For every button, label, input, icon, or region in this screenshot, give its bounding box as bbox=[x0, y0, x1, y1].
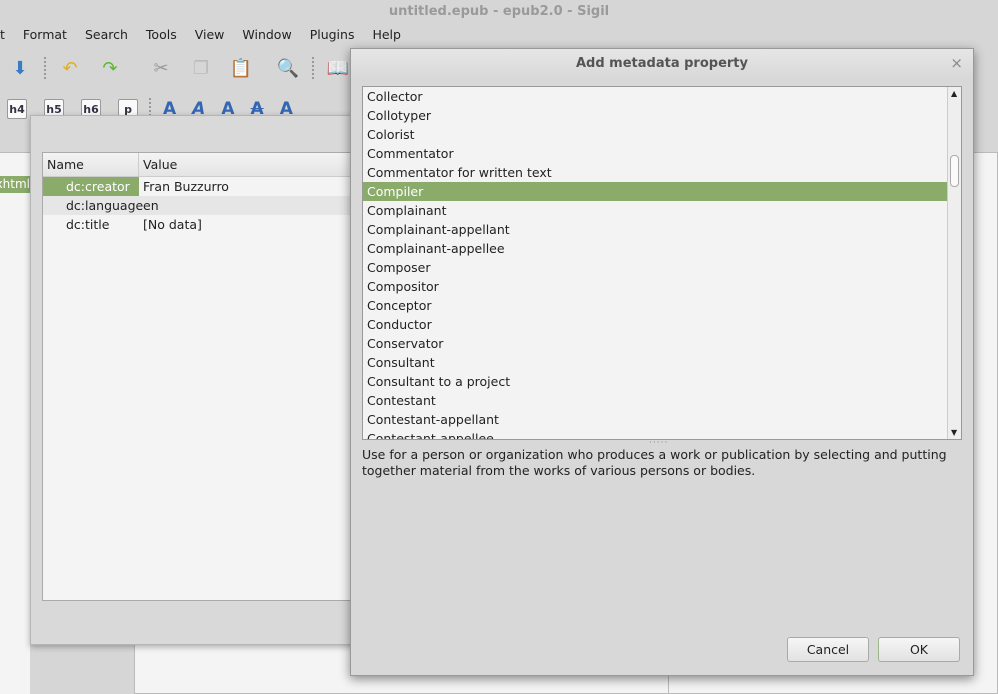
metadata-table: Name Value dc:creator Fran Buzzurro dc:lan… bbox=[42, 152, 372, 601]
list-item[interactable]: Complainant-appellant bbox=[363, 220, 947, 239]
paste-icon[interactable]: 📋 bbox=[228, 55, 254, 81]
metadata-editor-dialog: Name Value dc:creator Fran Buzzurro dc:lan… bbox=[30, 115, 372, 645]
property-list: Collector Collotyper Colorist Commentator Co… bbox=[362, 86, 962, 440]
metadata-name: dc:language bbox=[66, 198, 144, 213]
metadata-value: Fran Buzzurro bbox=[143, 179, 229, 194]
scrollbar[interactable]: ▲ ▼ bbox=[947, 87, 961, 439]
metadata-row[interactable]: dc:language en bbox=[43, 196, 371, 215]
scroll-up-icon[interactable]: ▲ bbox=[951, 89, 957, 98]
list-item[interactable]: Commentator bbox=[363, 144, 947, 163]
redo-icon[interactable]: ↷ bbox=[97, 55, 123, 81]
undo-icon[interactable]: ↶ bbox=[57, 55, 83, 81]
menu-t[interactable]: t bbox=[0, 24, 14, 46]
menu-search[interactable]: Search bbox=[76, 24, 137, 46]
list-item[interactable]: Colorist bbox=[363, 125, 947, 144]
list-item[interactable]: Conductor bbox=[363, 315, 947, 334]
menu-tools[interactable]: Tools bbox=[137, 24, 186, 46]
save-icon[interactable]: ⬇ bbox=[7, 55, 33, 81]
list-item[interactable]: Consultant bbox=[363, 353, 947, 372]
book-view-icon[interactable]: 📖 bbox=[325, 55, 351, 81]
separator bbox=[312, 57, 314, 79]
list-item[interactable]: Composer bbox=[363, 258, 947, 277]
list-item[interactable]: Collotyper bbox=[363, 106, 947, 125]
metadata-name: dc:title bbox=[66, 217, 110, 232]
list-item[interactable]: Complainant bbox=[363, 201, 947, 220]
list-item[interactable]: Compositor bbox=[363, 277, 947, 296]
list-item[interactable]: Contestant bbox=[363, 391, 947, 410]
property-description: Use for a person or organization who pro… bbox=[362, 447, 947, 478]
book-browser bbox=[0, 152, 30, 694]
cancel-button[interactable]: Cancel bbox=[787, 637, 869, 662]
window-title: untitled.epub - epub2.0 - Sigil bbox=[388, 4, 610, 19]
metadata-value: [No data] bbox=[143, 217, 202, 232]
add-metadata-property-dialog: Add metadata property × Collector Colloty… bbox=[350, 48, 974, 676]
menu-format[interactable]: Format bbox=[14, 24, 76, 46]
scrollbar-thumb[interactable] bbox=[950, 155, 959, 187]
list-item[interactable]: Complainant-appellee bbox=[363, 239, 947, 258]
menu-bar: t Format Search Tools View Window Plugins Help bbox=[0, 24, 998, 46]
column-header-value[interactable]: Value bbox=[139, 153, 177, 176]
find-icon[interactable]: 🔍 bbox=[275, 55, 301, 81]
menu-window[interactable]: Window bbox=[233, 24, 300, 46]
metadata-row[interactable]: dc:title [No data] bbox=[43, 215, 371, 234]
list-item[interactable]: Conservator bbox=[363, 334, 947, 353]
column-header-name[interactable]: Name bbox=[43, 153, 139, 176]
cut-icon[interactable]: ✂ bbox=[148, 55, 174, 81]
scroll-down-icon[interactable]: ▼ bbox=[951, 428, 957, 437]
list-item[interactable]: Conceptor bbox=[363, 296, 947, 315]
copy-icon[interactable]: ❐ bbox=[188, 55, 214, 81]
main-toolbar: ⬇ ↶ ↷ ✂ ❐ 📋 🔍 📖 bbox=[0, 53, 358, 83]
close-icon[interactable]: × bbox=[950, 49, 963, 77]
metadata-row[interactable]: dc:creator Fran Buzzurro bbox=[43, 177, 371, 196]
list-item[interactable]: Contestant-appellant bbox=[363, 410, 947, 429]
list-item[interactable]: Collector bbox=[363, 87, 947, 106]
dialog-title: Add metadata property bbox=[351, 49, 973, 79]
menu-plugins[interactable]: Plugins bbox=[301, 24, 364, 46]
metadata-value: en bbox=[143, 198, 159, 213]
menu-view[interactable]: View bbox=[186, 24, 234, 46]
list-item[interactable]: Compiler bbox=[363, 182, 947, 201]
list-item[interactable]: Consultant to a project bbox=[363, 372, 947, 391]
heading-4-button[interactable]: h4 bbox=[7, 99, 27, 119]
ok-button[interactable]: OK bbox=[878, 637, 960, 662]
book-browser-selected-item[interactable]: xhtml bbox=[0, 176, 30, 193]
menu-help[interactable]: Help bbox=[363, 24, 410, 46]
separator bbox=[44, 57, 46, 79]
metadata-name: dc:creator bbox=[43, 177, 139, 196]
list-item[interactable]: Commentator for written text bbox=[363, 163, 947, 182]
